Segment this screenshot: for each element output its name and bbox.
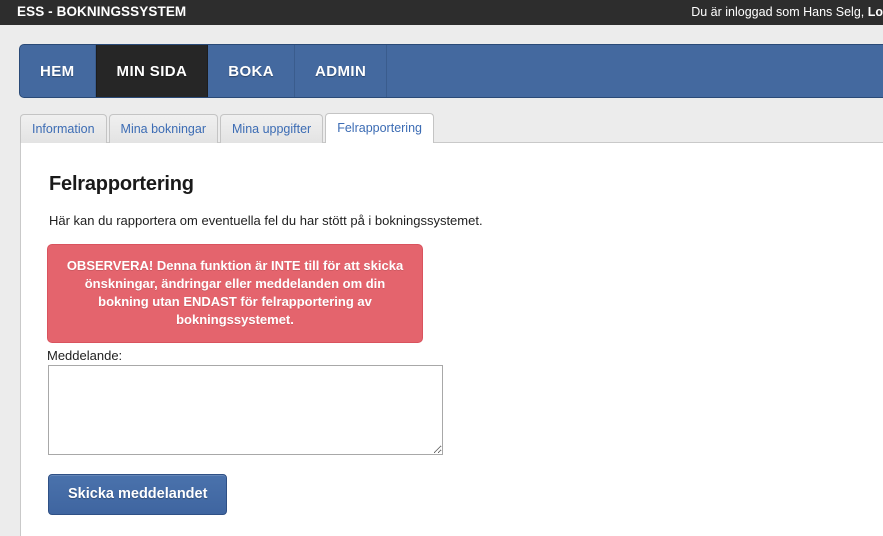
nav-item-hem[interactable]: HEM xyxy=(20,45,96,97)
nav-item-min-sida[interactable]: MIN SIDA xyxy=(95,45,209,97)
message-input[interactable] xyxy=(48,365,443,455)
page-description: Här kan du rapportera om eventuella fel … xyxy=(49,213,483,228)
top-header-bar: ESS - BOKNINGSSYSTEM Du är inloggad som … xyxy=(0,0,883,25)
nav-empty-space xyxy=(387,45,883,97)
sub-tab-bar: Information Mina bokningar Mina uppgifte… xyxy=(20,113,436,143)
main-navigation-bar: HEM MIN SIDA BOKA ADMIN xyxy=(19,44,883,98)
tab-mina-uppgifter[interactable]: Mina uppgifter xyxy=(220,114,324,143)
logged-in-user-status: Du är inloggad som Hans Selg, Lo xyxy=(687,5,883,19)
nav-item-boka[interactable]: BOKA xyxy=(208,45,296,97)
nav-item-admin[interactable]: ADMIN xyxy=(295,45,388,97)
content-panel: Felrapportering Här kan du rapportera om… xyxy=(20,142,883,536)
main-navigation-list: HEM MIN SIDA BOKA ADMIN xyxy=(20,45,883,97)
message-field-label: Meddelande: xyxy=(47,348,123,363)
tab-mina-bokningar[interactable]: Mina bokningar xyxy=(108,114,218,143)
page-title: Felrapportering xyxy=(49,173,194,195)
tab-information[interactable]: Information xyxy=(20,114,107,143)
tab-felrapportering[interactable]: Felrapportering xyxy=(325,113,434,143)
logged-in-user-text: Du är inloggad som Hans Selg, xyxy=(691,5,868,19)
warning-alert-box: OBSERVERA! Denna funktion är INTE till f… xyxy=(47,244,423,343)
logout-link[interactable]: Lo xyxy=(868,5,883,19)
app-brand-title: ESS - BOKNINGSSYSTEM xyxy=(17,4,187,19)
send-message-button[interactable]: Skicka meddelandet xyxy=(48,474,228,515)
